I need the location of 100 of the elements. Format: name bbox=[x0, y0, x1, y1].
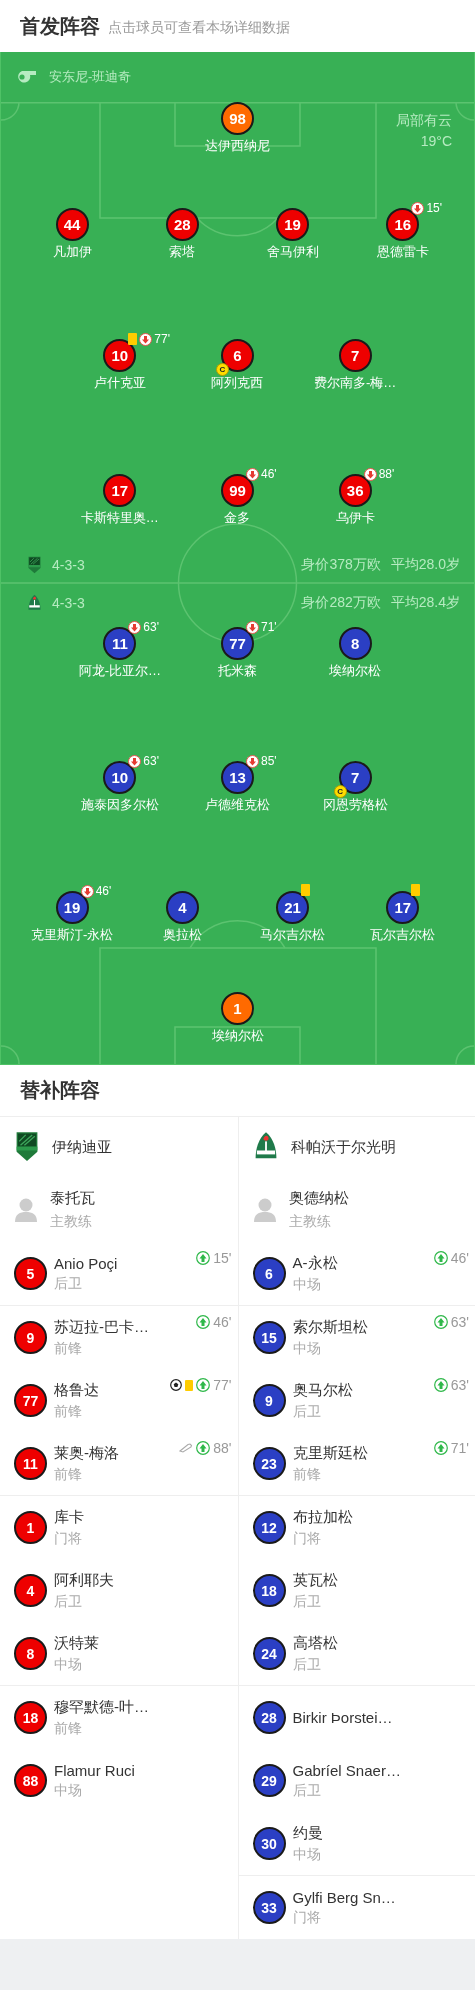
player-name[interactable]: Birkir Þorstei… bbox=[292, 1709, 393, 1726]
team-name[interactable]: 科帕沃于尔光明 bbox=[290, 1137, 396, 1157]
squad-value-text: 身价378万欧 bbox=[301, 556, 381, 574]
player-name[interactable]: 沃特莱 bbox=[54, 1633, 99, 1653]
player-number[interactable]: 9 bbox=[14, 1321, 47, 1354]
player-number[interactable]: 88 bbox=[14, 1764, 47, 1797]
player-position: 门将 bbox=[292, 1529, 321, 1548]
player-name[interactable]: 阿利耶夫 bbox=[54, 1570, 114, 1590]
player-number[interactable]: 17 bbox=[386, 891, 420, 924]
substitution-minute: 71' bbox=[261, 620, 277, 634]
player-number[interactable]: 18 bbox=[14, 1701, 47, 1734]
player-position: 前锋 bbox=[292, 1465, 321, 1484]
captain-badge: C bbox=[216, 363, 229, 376]
player-number[interactable]: 21 bbox=[276, 891, 310, 924]
player-name[interactable]: Anio Poçi bbox=[54, 1254, 118, 1272]
player-number[interactable]: 11 bbox=[14, 1447, 47, 1480]
player-name[interactable]: Flamur Ruci bbox=[54, 1761, 135, 1779]
player-name[interactable]: 英瓦松 bbox=[292, 1570, 338, 1590]
player-number[interactable]: 77 bbox=[14, 1384, 47, 1417]
player-number[interactable]: 1 bbox=[14, 1511, 47, 1544]
player-number[interactable]: 17 bbox=[103, 474, 137, 507]
player-name[interactable]: 格鲁达 bbox=[54, 1380, 99, 1400]
player-number[interactable]: 4 bbox=[14, 1574, 47, 1607]
substitution-minute: 77' bbox=[213, 1377, 232, 1393]
player-name[interactable]: 莱奥-梅洛 bbox=[54, 1443, 119, 1463]
substitution-out-icon bbox=[246, 620, 259, 634]
player-number[interactable]: 4 bbox=[165, 891, 199, 924]
player-name[interactable]: 索尔斯坦松 bbox=[292, 1317, 368, 1337]
player-number[interactable]: 44 bbox=[55, 208, 89, 241]
player-name[interactable]: 穆罕默德-叶… bbox=[54, 1697, 149, 1717]
player-position: 后卫 bbox=[54, 1274, 82, 1293]
player-position: 后卫 bbox=[292, 1781, 321, 1800]
team-name[interactable]: 伊纳迪亚 bbox=[52, 1137, 112, 1157]
player-number[interactable]: 12 bbox=[252, 1511, 286, 1544]
soccer-ball-icon bbox=[170, 1379, 183, 1391]
player-name[interactable]: A-永松 bbox=[292, 1253, 338, 1273]
substitution-in-icon bbox=[196, 1315, 211, 1329]
player-number[interactable]: 8 bbox=[338, 627, 372, 660]
player-number[interactable]: 6 bbox=[252, 1257, 286, 1290]
substitution-in-icon bbox=[433, 1251, 448, 1265]
player-number[interactable]: 11 bbox=[103, 627, 137, 660]
substitution-minute: 63' bbox=[450, 1314, 469, 1330]
substitution-minute: 46' bbox=[261, 467, 277, 481]
player-number[interactable]: 18 bbox=[252, 1574, 286, 1607]
substitution-out-icon bbox=[363, 467, 377, 481]
player-number[interactable]: 10 bbox=[103, 761, 137, 794]
player-name[interactable]: Gabríel Snaer… bbox=[292, 1761, 401, 1779]
substitution-minute: 46' bbox=[213, 1314, 232, 1330]
player-position: 门将 bbox=[292, 1908, 321, 1927]
player-name[interactable]: 苏迈拉-巴卡… bbox=[54, 1317, 149, 1337]
player-number[interactable]: 29 bbox=[252, 1764, 286, 1797]
player-number[interactable]: 19 bbox=[276, 208, 310, 241]
player-position: 中场 bbox=[54, 1781, 82, 1800]
player-position: 后卫 bbox=[292, 1655, 321, 1674]
player-number[interactable]: 7 bbox=[338, 339, 372, 372]
player-name[interactable]: 奥马尔松 bbox=[292, 1380, 353, 1400]
substitution-in-icon bbox=[196, 1441, 211, 1455]
player-number[interactable]: 8 bbox=[14, 1637, 47, 1670]
coach-name[interactable]: 奥德纳松 bbox=[288, 1188, 349, 1208]
player-number[interactable]: 13 bbox=[221, 761, 254, 794]
substitution-minute: 85' bbox=[261, 754, 277, 768]
player-number[interactable]: 30 bbox=[252, 1827, 286, 1860]
formation-text: 4-3-3 bbox=[52, 595, 85, 611]
substitution-in-icon bbox=[433, 1441, 448, 1455]
substitution-out-icon bbox=[128, 620, 142, 634]
substitution-in-icon bbox=[196, 1251, 211, 1265]
player-number[interactable]: 24 bbox=[252, 1637, 286, 1670]
substitution-out-icon bbox=[246, 754, 259, 768]
player-name[interactable]: 库卡 bbox=[54, 1507, 84, 1527]
player-number[interactable]: 9 bbox=[252, 1384, 286, 1417]
player-position: 后卫 bbox=[292, 1592, 321, 1611]
player-number[interactable]: 36 bbox=[338, 474, 372, 507]
player-name[interactable]: 高塔松 bbox=[292, 1633, 338, 1653]
referee-name: 安东尼-班迪奇 bbox=[49, 68, 132, 86]
player-number[interactable]: 28 bbox=[252, 1701, 286, 1734]
coach-name[interactable]: 泰托瓦 bbox=[50, 1188, 95, 1208]
player-number[interactable]: 16 bbox=[386, 208, 420, 241]
substitution-minute: 63' bbox=[143, 620, 159, 634]
player-position: 前锋 bbox=[54, 1402, 82, 1421]
player-name[interactable]: Gylfi Berg Sn… bbox=[292, 1888, 396, 1906]
player-number[interactable]: 77 bbox=[221, 627, 254, 660]
player-number[interactable]: 15 bbox=[252, 1321, 286, 1354]
substitution-minute: 77' bbox=[154, 332, 170, 346]
player-number[interactable]: 99 bbox=[221, 474, 254, 507]
player-name[interactable]: 布拉加松 bbox=[292, 1507, 353, 1527]
player-name[interactable]: 克里斯廷松 bbox=[292, 1443, 368, 1463]
page-subtitle: 点击球员可查看本场详细数据 bbox=[108, 18, 290, 37]
player-number[interactable]: 10 bbox=[103, 339, 137, 372]
substitution-in-icon bbox=[433, 1378, 448, 1392]
player-position: 中场 bbox=[292, 1275, 321, 1294]
player-name[interactable]: 约曼 bbox=[292, 1823, 323, 1843]
average-age-text: 平均28.4岁 bbox=[390, 594, 460, 612]
player-number[interactable]: 33 bbox=[252, 1891, 286, 1924]
player-position: 后卫 bbox=[292, 1402, 321, 1421]
player-position: 前锋 bbox=[54, 1719, 82, 1738]
player-number[interactable]: 28 bbox=[165, 208, 199, 241]
captain-badge: C bbox=[333, 785, 347, 798]
player-number[interactable]: 5 bbox=[14, 1257, 47, 1290]
player-number[interactable]: 19 bbox=[55, 891, 89, 924]
player-number[interactable]: 23 bbox=[252, 1447, 286, 1480]
